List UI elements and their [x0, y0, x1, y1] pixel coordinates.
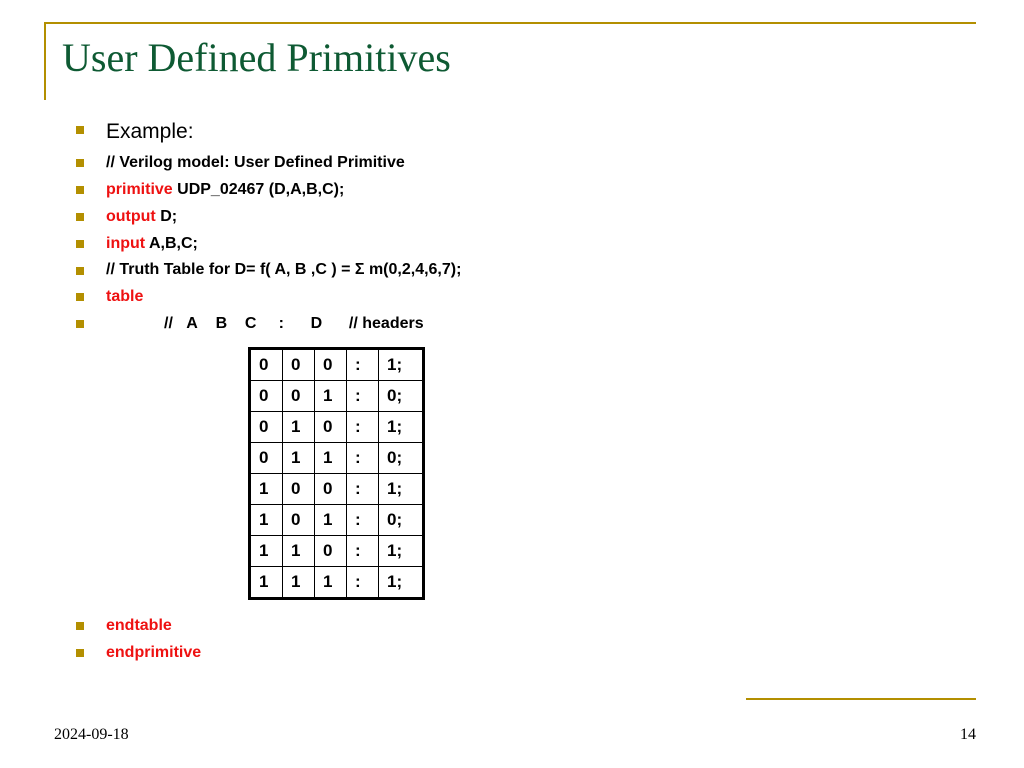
- bottom-rule: [746, 698, 976, 700]
- table-cell: 1: [315, 380, 347, 411]
- table-row: 011:0;: [251, 442, 423, 473]
- table-cell: 0: [315, 473, 347, 504]
- table-cell: 1: [251, 473, 283, 504]
- table-cell: :: [347, 566, 379, 597]
- slide: User Defined Primitives Example: // Veril…: [0, 0, 1024, 768]
- table-cell: 1: [315, 442, 347, 473]
- table-cell: 1: [283, 535, 315, 566]
- table-cell: :: [347, 411, 379, 442]
- bullet-list: Example: // Verilog model: User Defined P…: [70, 118, 964, 335]
- slide-body: Example: // Verilog model: User Defined P…: [70, 118, 964, 669]
- table-cell: 0: [251, 380, 283, 411]
- bullet-item: // Truth Table for D= f( A, B ,C ) = Σ m…: [70, 260, 964, 281]
- bullet-item: output D;: [70, 207, 964, 228]
- table-cell: 0: [283, 380, 315, 411]
- table-cell: 1;: [379, 566, 423, 597]
- table-cell: 1;: [379, 411, 423, 442]
- bullet-item: endprimitive: [70, 643, 964, 664]
- table-cell: 1: [251, 504, 283, 535]
- table-row: 000:1;: [251, 349, 423, 380]
- truth-table: 000:1;001:0;010:1;011:0;100:1;101:0;110:…: [250, 349, 423, 598]
- table-cell: 0: [251, 349, 283, 380]
- bullet-item: input A,B,C;: [70, 234, 964, 255]
- table-cell: :: [347, 442, 379, 473]
- table-row: 010:1;: [251, 411, 423, 442]
- bullet-item: table: [70, 287, 964, 308]
- table-cell: :: [347, 473, 379, 504]
- bullet-item: // A B C : D // headers: [70, 314, 964, 335]
- table-row: 100:1;: [251, 473, 423, 504]
- table-cell: 0: [283, 504, 315, 535]
- table-cell: 1: [251, 535, 283, 566]
- table-cell: 1;: [379, 535, 423, 566]
- table-cell: 0: [283, 349, 315, 380]
- table-cell: 1;: [379, 473, 423, 504]
- table-cell: 1: [251, 566, 283, 597]
- bullet-item: endtable: [70, 616, 964, 637]
- slide-title: User Defined Primitives: [62, 34, 451, 81]
- table-cell: 1: [283, 411, 315, 442]
- table-cell: 0: [283, 473, 315, 504]
- table-row: 001:0;: [251, 380, 423, 411]
- top-rule: [44, 22, 976, 24]
- table-cell: 1: [283, 566, 315, 597]
- table-cell: :: [347, 504, 379, 535]
- table-cell: 0: [315, 535, 347, 566]
- table-cell: :: [347, 380, 379, 411]
- bullet-item: // Verilog model: User Defined Primitive: [70, 153, 964, 174]
- table-cell: :: [347, 535, 379, 566]
- table-cell: :: [347, 349, 379, 380]
- table-cell: 1;: [379, 349, 423, 380]
- footer-page: 14: [960, 726, 976, 744]
- bullet-item: primitive UDP_02467 (D,A,B,C);: [70, 180, 964, 201]
- table-row: 110:1;: [251, 535, 423, 566]
- bullet-list-footer: endtable endprimitive: [70, 616, 964, 664]
- table-row: 111:1;: [251, 566, 423, 597]
- table-row: 101:0;: [251, 504, 423, 535]
- table-cell: 1: [315, 504, 347, 535]
- table-cell: 0: [251, 442, 283, 473]
- left-rule: [44, 22, 46, 100]
- footer-date: 2024-09-18: [54, 726, 129, 744]
- bullet-item: Example:: [70, 118, 964, 145]
- table-cell: 0;: [379, 380, 423, 411]
- table-cell: 0: [315, 349, 347, 380]
- table-cell: 1: [283, 442, 315, 473]
- table-cell: 0: [251, 411, 283, 442]
- table-cell: 0;: [379, 504, 423, 535]
- table-cell: 0: [315, 411, 347, 442]
- table-cell: 0;: [379, 442, 423, 473]
- table-cell: 1: [315, 566, 347, 597]
